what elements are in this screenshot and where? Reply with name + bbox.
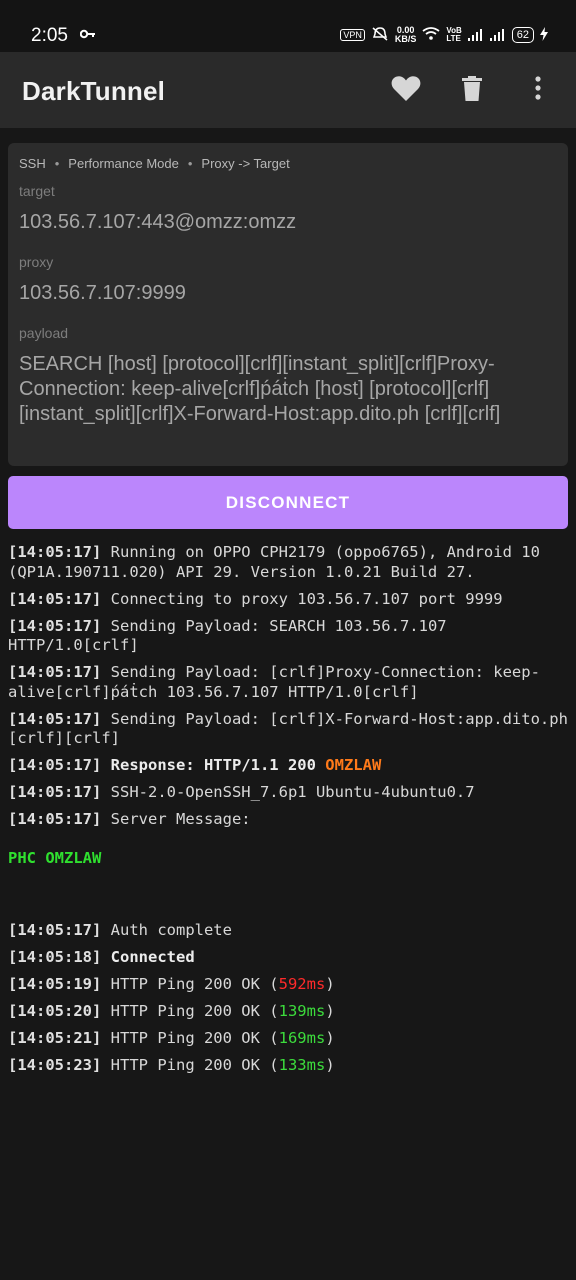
signal-icon-2 bbox=[489, 29, 506, 41]
crumb-separator: • bbox=[187, 156, 193, 171]
log-text: Connected bbox=[101, 948, 195, 966]
log-timestamp: [14:05:17] bbox=[8, 663, 102, 681]
response-highlight: OMZLAW bbox=[325, 756, 382, 774]
status-bar: 2:05 VPN 0.00 KB/S VoB LTE 62 bbox=[0, 0, 576, 52]
proxy-label: proxy bbox=[19, 254, 54, 270]
proxy-value: 103.56.7.107:9999 bbox=[19, 282, 186, 304]
config-breadcrumb: SSH • Performance Mode • Proxy -> Target bbox=[19, 156, 290, 171]
log-timestamp: [14:05:17] bbox=[8, 709, 102, 728]
crumb-mode: Performance Mode bbox=[68, 156, 179, 171]
delete-button[interactable] bbox=[454, 72, 490, 108]
connection-log[interactable]: [14:05:17] Running on OPPO CPH2179 (oppo… bbox=[8, 543, 573, 1083]
log-text: ) bbox=[325, 1002, 335, 1020]
log-line: [14:05:17] Connecting to proxy 103.56.7.… bbox=[8, 590, 573, 610]
log-timestamp: [14:05:17] bbox=[8, 616, 102, 635]
more-options-button[interactable] bbox=[520, 72, 556, 108]
log-line: [14:05:23] HTTP Ping 200 OK (133ms) bbox=[8, 1056, 573, 1076]
log-timestamp: [14:05:20] bbox=[8, 1002, 102, 1020]
vpn-icon: VPN bbox=[340, 29, 365, 41]
status-icons: VPN 0.00 KB/S VoB LTE 62 bbox=[340, 26, 548, 44]
log-timestamp: [14:05:17] bbox=[8, 756, 102, 774]
log-line: [14:05:19] HTTP Ping 200 OK (592ms) bbox=[8, 975, 573, 995]
signal-icon-1 bbox=[467, 29, 484, 41]
log-text: HTTP Ping 200 OK ( bbox=[101, 1056, 279, 1074]
log-line: [14:05:17] Sending Payload: SEARCH 103.5… bbox=[8, 617, 573, 656]
log-line: [14:05:17] Response: HTTP/1.1 200 OMZLAW bbox=[8, 756, 573, 776]
wifi-icon bbox=[422, 27, 440, 43]
log-line: [14:05:17] Running on OPPO CPH2179 (oppo… bbox=[8, 543, 573, 582]
log-timestamp: [14:05:17] bbox=[8, 783, 102, 801]
config-card[interactable]: SSH • Performance Mode • Proxy -> Target tar… bbox=[8, 143, 568, 466]
more-vert-icon bbox=[535, 76, 541, 104]
server-message-text: PHC OMZLAW bbox=[8, 848, 102, 867]
log-line: [14:05:17] Server Message: bbox=[8, 810, 573, 830]
charging-icon bbox=[540, 26, 548, 44]
ping-ms: 139ms bbox=[278, 1002, 326, 1020]
log-text: HTTP Ping 200 OK ( bbox=[101, 1029, 279, 1047]
volte-bottom: LTE bbox=[446, 34, 461, 43]
log-text: ) bbox=[325, 1029, 335, 1047]
log-line: [14:05:20] HTTP Ping 200 OK (139ms) bbox=[8, 1002, 573, 1022]
ping-ms: 592ms bbox=[278, 975, 326, 993]
log-line: [14:05:21] HTTP Ping 200 OK (169ms) bbox=[8, 1029, 573, 1049]
crumb-route: Proxy -> Target bbox=[201, 156, 290, 171]
log-timestamp: [14:05:17] bbox=[8, 921, 102, 939]
key-icon bbox=[79, 27, 96, 43]
log-timestamp: [14:05:19] bbox=[8, 975, 102, 993]
volte-icon: VoB LTE bbox=[446, 27, 461, 43]
log-line: [14:05:17] Sending Payload: [crlf]X-Forw… bbox=[8, 710, 573, 749]
log-line: [14:05:17] Sending Payload: [crlf]Proxy-… bbox=[8, 663, 573, 702]
log-text: Auth complete bbox=[101, 921, 232, 939]
battery-icon: 62 bbox=[511, 27, 534, 43]
log-timestamp: [14:05:21] bbox=[8, 1029, 102, 1047]
app-bar: DarkTunnel bbox=[0, 52, 576, 128]
log-text: ) bbox=[325, 1056, 335, 1074]
log-text: Response: HTTP/1.1 200 bbox=[101, 756, 326, 774]
server-message: PHC OMZLAW bbox=[8, 849, 573, 869]
target-label: target bbox=[19, 183, 55, 199]
app-title: DarkTunnel bbox=[22, 76, 166, 106]
log-text: HTTP Ping 200 OK ( bbox=[101, 1002, 279, 1020]
log-timestamp: [14:05:18] bbox=[8, 948, 102, 966]
ping-ms: 169ms bbox=[278, 1029, 326, 1047]
log-text: Server Message: bbox=[101, 810, 251, 828]
log-timestamp: [14:05:17] bbox=[8, 810, 102, 828]
speed-unit: KB/S bbox=[394, 34, 417, 44]
log-timestamp: [14:05:17] bbox=[8, 589, 102, 608]
ping-ms: 133ms bbox=[278, 1056, 326, 1074]
heart-icon bbox=[391, 75, 421, 106]
status-time: 2:05 bbox=[31, 25, 68, 46]
network-speed: 0.00 KB/S bbox=[395, 26, 417, 44]
log-timestamp: [14:05:23] bbox=[8, 1056, 102, 1074]
log-text: ) bbox=[325, 975, 335, 993]
mute-icon bbox=[371, 26, 389, 44]
log-line: [14:05:17] SSH-2.0-OpenSSH_7.6p1 Ubuntu-… bbox=[8, 783, 573, 803]
log-text: Connecting to proxy 103.56.7.107 port 99… bbox=[101, 589, 503, 608]
payload-value: SEARCH [host] [protocol][crlf][instant_s… bbox=[19, 353, 501, 425]
favorite-button[interactable] bbox=[388, 72, 424, 108]
log-timestamp: [14:05:17] bbox=[8, 543, 102, 561]
crumb-separator: • bbox=[54, 156, 60, 171]
target-value: 103.56.7.107:443@omzz:omzz bbox=[19, 211, 297, 233]
log-text: HTTP Ping 200 OK ( bbox=[101, 975, 279, 993]
crumb-protocol: SSH bbox=[19, 156, 46, 171]
log-text: SSH-2.0-OpenSSH_7.6p1 Ubuntu-4ubuntu0.7 bbox=[101, 783, 475, 801]
log-line: [14:05:17] Auth complete bbox=[8, 921, 573, 941]
log-line: [14:05:18] Connected bbox=[8, 948, 573, 968]
payload-label: payload bbox=[19, 325, 69, 341]
disconnect-button[interactable]: DISCONNECT bbox=[8, 476, 568, 529]
trash-icon bbox=[462, 75, 482, 105]
